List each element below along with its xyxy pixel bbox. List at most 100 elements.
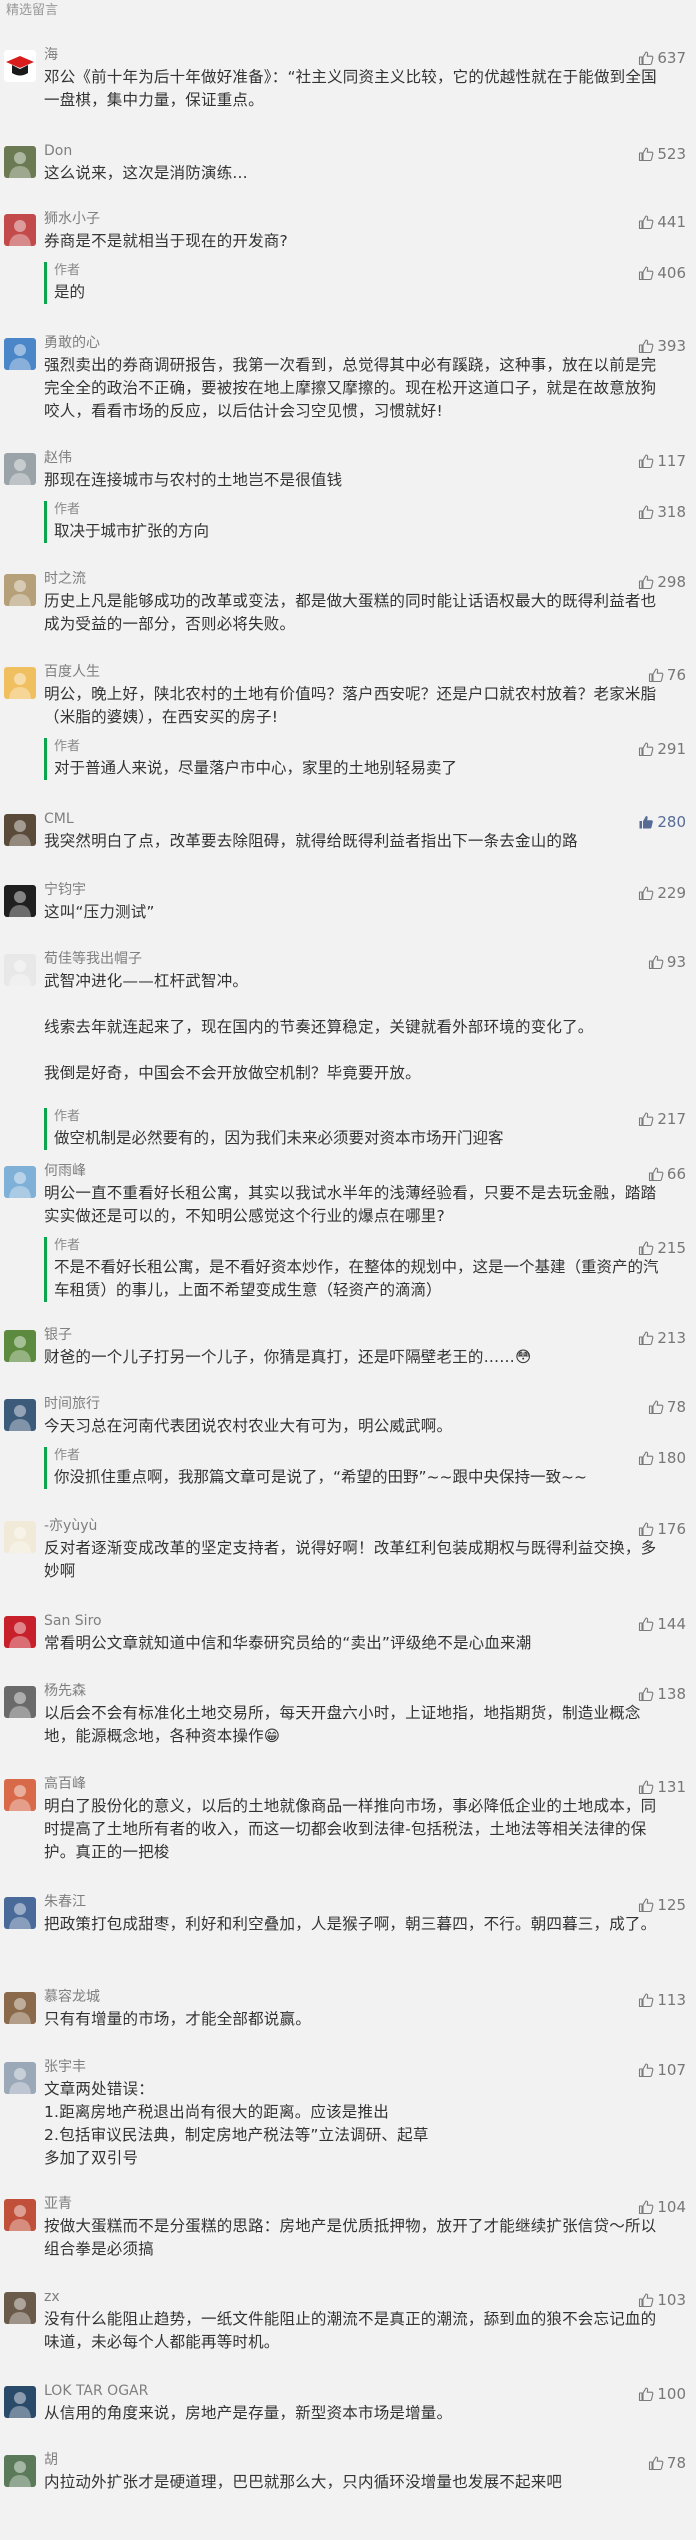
like-button[interactable]: 93 (648, 952, 686, 972)
avatar[interactable] (4, 2292, 36, 2324)
comment-author-name[interactable]: Don (44, 142, 72, 160)
comment-author-name[interactable]: 高百峰 (44, 1775, 86, 1793)
comment-author-name[interactable]: 勇敢的心 (44, 334, 100, 352)
comment-author-name[interactable]: 慕容龙城 (44, 1988, 100, 2006)
avatar[interactable] (4, 1779, 36, 1811)
comment-text: 历史上凡是能够成功的改革或变法，都是做大蛋糕的同时能让话语权最大的既得利益者也成… (44, 590, 666, 636)
like-button[interactable]: 113 (638, 1990, 686, 2010)
like-button[interactable]: 103 (638, 2290, 686, 2310)
avatar[interactable] (4, 954, 36, 986)
like-button[interactable]: 117 (638, 451, 686, 471)
like-button[interactable]: 523 (638, 144, 686, 164)
avatar[interactable] (4, 1399, 36, 1431)
thumbs-up-icon (648, 955, 664, 970)
reply-like-button[interactable]: 180 (638, 1448, 686, 1468)
avatar[interactable] (4, 1992, 36, 2024)
avatar[interactable] (4, 2062, 36, 2094)
reply-like-count: 318 (657, 503, 686, 521)
comment-author-name[interactable]: 张宇丰 (44, 2058, 86, 2076)
like-button[interactable]: 144 (638, 1614, 686, 1634)
avatar[interactable] (4, 146, 36, 178)
thumbs-up-icon (639, 147, 654, 162)
comment-paragraph: 武智冲进化——杠杆武智冲。 (44, 972, 249, 990)
comment-author-name[interactable]: 亚青 (44, 2195, 72, 2213)
reply-like-button[interactable]: 215 (638, 1238, 686, 1258)
comment-text: 邓公《前十年为后十年做好准备》：“社主义同资主义比较，它的优越性就在于能做到全国… (44, 66, 666, 112)
reply-paragraph: 你没抓住重点啊，我那篇文章可是说了，“希望的田野”~~跟中央保持一致~~ (54, 1468, 588, 1486)
avatar[interactable] (4, 214, 36, 246)
like-button[interactable]: 138 (638, 1684, 686, 1704)
like-button[interactable]: 66 (648, 1164, 686, 1184)
like-count: 138 (657, 1685, 686, 1703)
avatar[interactable] (4, 2386, 36, 2418)
comment-author-name[interactable]: 何雨峰 (44, 1162, 86, 1180)
comment-author-name[interactable]: 胡 (44, 2451, 58, 2469)
like-button[interactable]: 176 (638, 1519, 686, 1539)
reply-like-button[interactable]: 291 (638, 739, 686, 759)
like-button[interactable]: 104 (638, 2197, 686, 2217)
comment-author-name[interactable]: San Siro (44, 1612, 102, 1630)
comment-author-name[interactable]: 时间旅行 (44, 1395, 100, 1413)
comment-author-name[interactable]: 银子 (44, 1326, 72, 1344)
comments-page: 精选留言 海 637 邓公《前十年为后十年做好准备》：“社主义同资主义比较，它的优越… (0, 0, 696, 2540)
like-button[interactable]: 76 (648, 665, 686, 685)
comment-paragraph: 从信用的角度来说，房地产是存量，新型资本市场是增量。 (44, 2404, 453, 2422)
avatar[interactable] (4, 814, 36, 846)
like-button[interactable]: 107 (638, 2060, 686, 2080)
comment-text: 券商是不是就相当于现在的开发商? (44, 230, 666, 253)
avatar[interactable] (4, 1616, 36, 1648)
comment-author-name[interactable]: -亦yùyù (44, 1517, 97, 1535)
reply-paragraph: 是的 (54, 283, 86, 301)
comment-author-name[interactable]: LOK TAR OGAR (44, 2382, 148, 2400)
comment-paragraph: 内拉动外扩张才是硬道理，巴巴就那么大，只内循环没增量也发展不起来吧 (44, 2473, 563, 2491)
like-button[interactable]: 229 (638, 883, 686, 903)
avatar[interactable] (4, 1521, 36, 1553)
avatar[interactable] (4, 338, 36, 370)
like-button[interactable]: 125 (638, 1895, 686, 1915)
comment-author-name[interactable]: 百度人生 (44, 663, 100, 681)
comment-author-name[interactable]: 赵伟 (44, 449, 72, 467)
comment-author-name[interactable]: 时之流 (44, 570, 86, 588)
avatar[interactable] (4, 2199, 36, 2231)
author-reply: 作者你没抓住重点啊，我那篇文章可是说了，“希望的田野”~~跟中央保持一致~~ (44, 1447, 666, 1489)
comment-text: 这么说来，这次是消防演练... (44, 162, 666, 185)
comment-text: 武智冲进化——杠杆武智冲。 线索去年就连起来了，现在国内的节奏还算稳定，关键就看外… (44, 970, 666, 1085)
avatar[interactable] (4, 453, 36, 485)
like-count: 125 (657, 1896, 686, 1914)
like-button[interactable]: 131 (638, 1777, 686, 1797)
comment-author-name[interactable]: zx (44, 2288, 60, 2306)
reply-author-label: 作者 (54, 1448, 81, 1463)
avatar[interactable] (4, 574, 36, 606)
avatar[interactable] (4, 1686, 36, 1718)
like-button[interactable]: 280 (638, 812, 686, 832)
reply-like-button[interactable]: 318 (638, 502, 686, 522)
like-button[interactable]: 78 (648, 1397, 686, 1417)
like-button[interactable]: 637 (638, 48, 686, 68)
like-button[interactable]: 393 (638, 336, 686, 356)
like-count: 144 (657, 1615, 686, 1633)
comment-author-name[interactable]: 荀佳等我出帽子 (44, 950, 142, 968)
comment-paragraph: 券商是不是就相当于现在的开发商? (44, 232, 288, 250)
comment-author-name[interactable]: 海 (44, 46, 58, 64)
comment-author-name[interactable]: 狮水小子 (44, 210, 100, 228)
like-button[interactable]: 441 (638, 212, 686, 232)
reply-like-button[interactable]: 406 (638, 263, 686, 283)
like-button[interactable]: 100 (638, 2384, 686, 2404)
avatar[interactable] (4, 667, 36, 699)
comment-author-name[interactable]: 朱春江 (44, 1893, 86, 1911)
avatar[interactable] (4, 50, 36, 82)
like-button[interactable]: 78 (648, 2453, 686, 2473)
comment-author-name[interactable]: CML (44, 810, 74, 828)
like-button[interactable]: 213 (638, 1328, 686, 1348)
avatar[interactable] (4, 2455, 36, 2487)
comment-paragraph: 我倒是好奇，中国会不会开放做空机制？毕竟要开放。 (44, 1064, 421, 1082)
avatar[interactable] (4, 885, 36, 917)
thumbs-up-icon (639, 454, 654, 469)
avatar[interactable] (4, 1330, 36, 1362)
avatar[interactable] (4, 1897, 36, 1929)
reply-like-button[interactable]: 217 (638, 1109, 686, 1129)
avatar[interactable] (4, 1166, 36, 1198)
comment-author-name[interactable]: 宁钧宇 (44, 881, 86, 899)
like-button[interactable]: 298 (638, 572, 686, 592)
comment-author-name[interactable]: 杨先森 (44, 1682, 86, 1700)
